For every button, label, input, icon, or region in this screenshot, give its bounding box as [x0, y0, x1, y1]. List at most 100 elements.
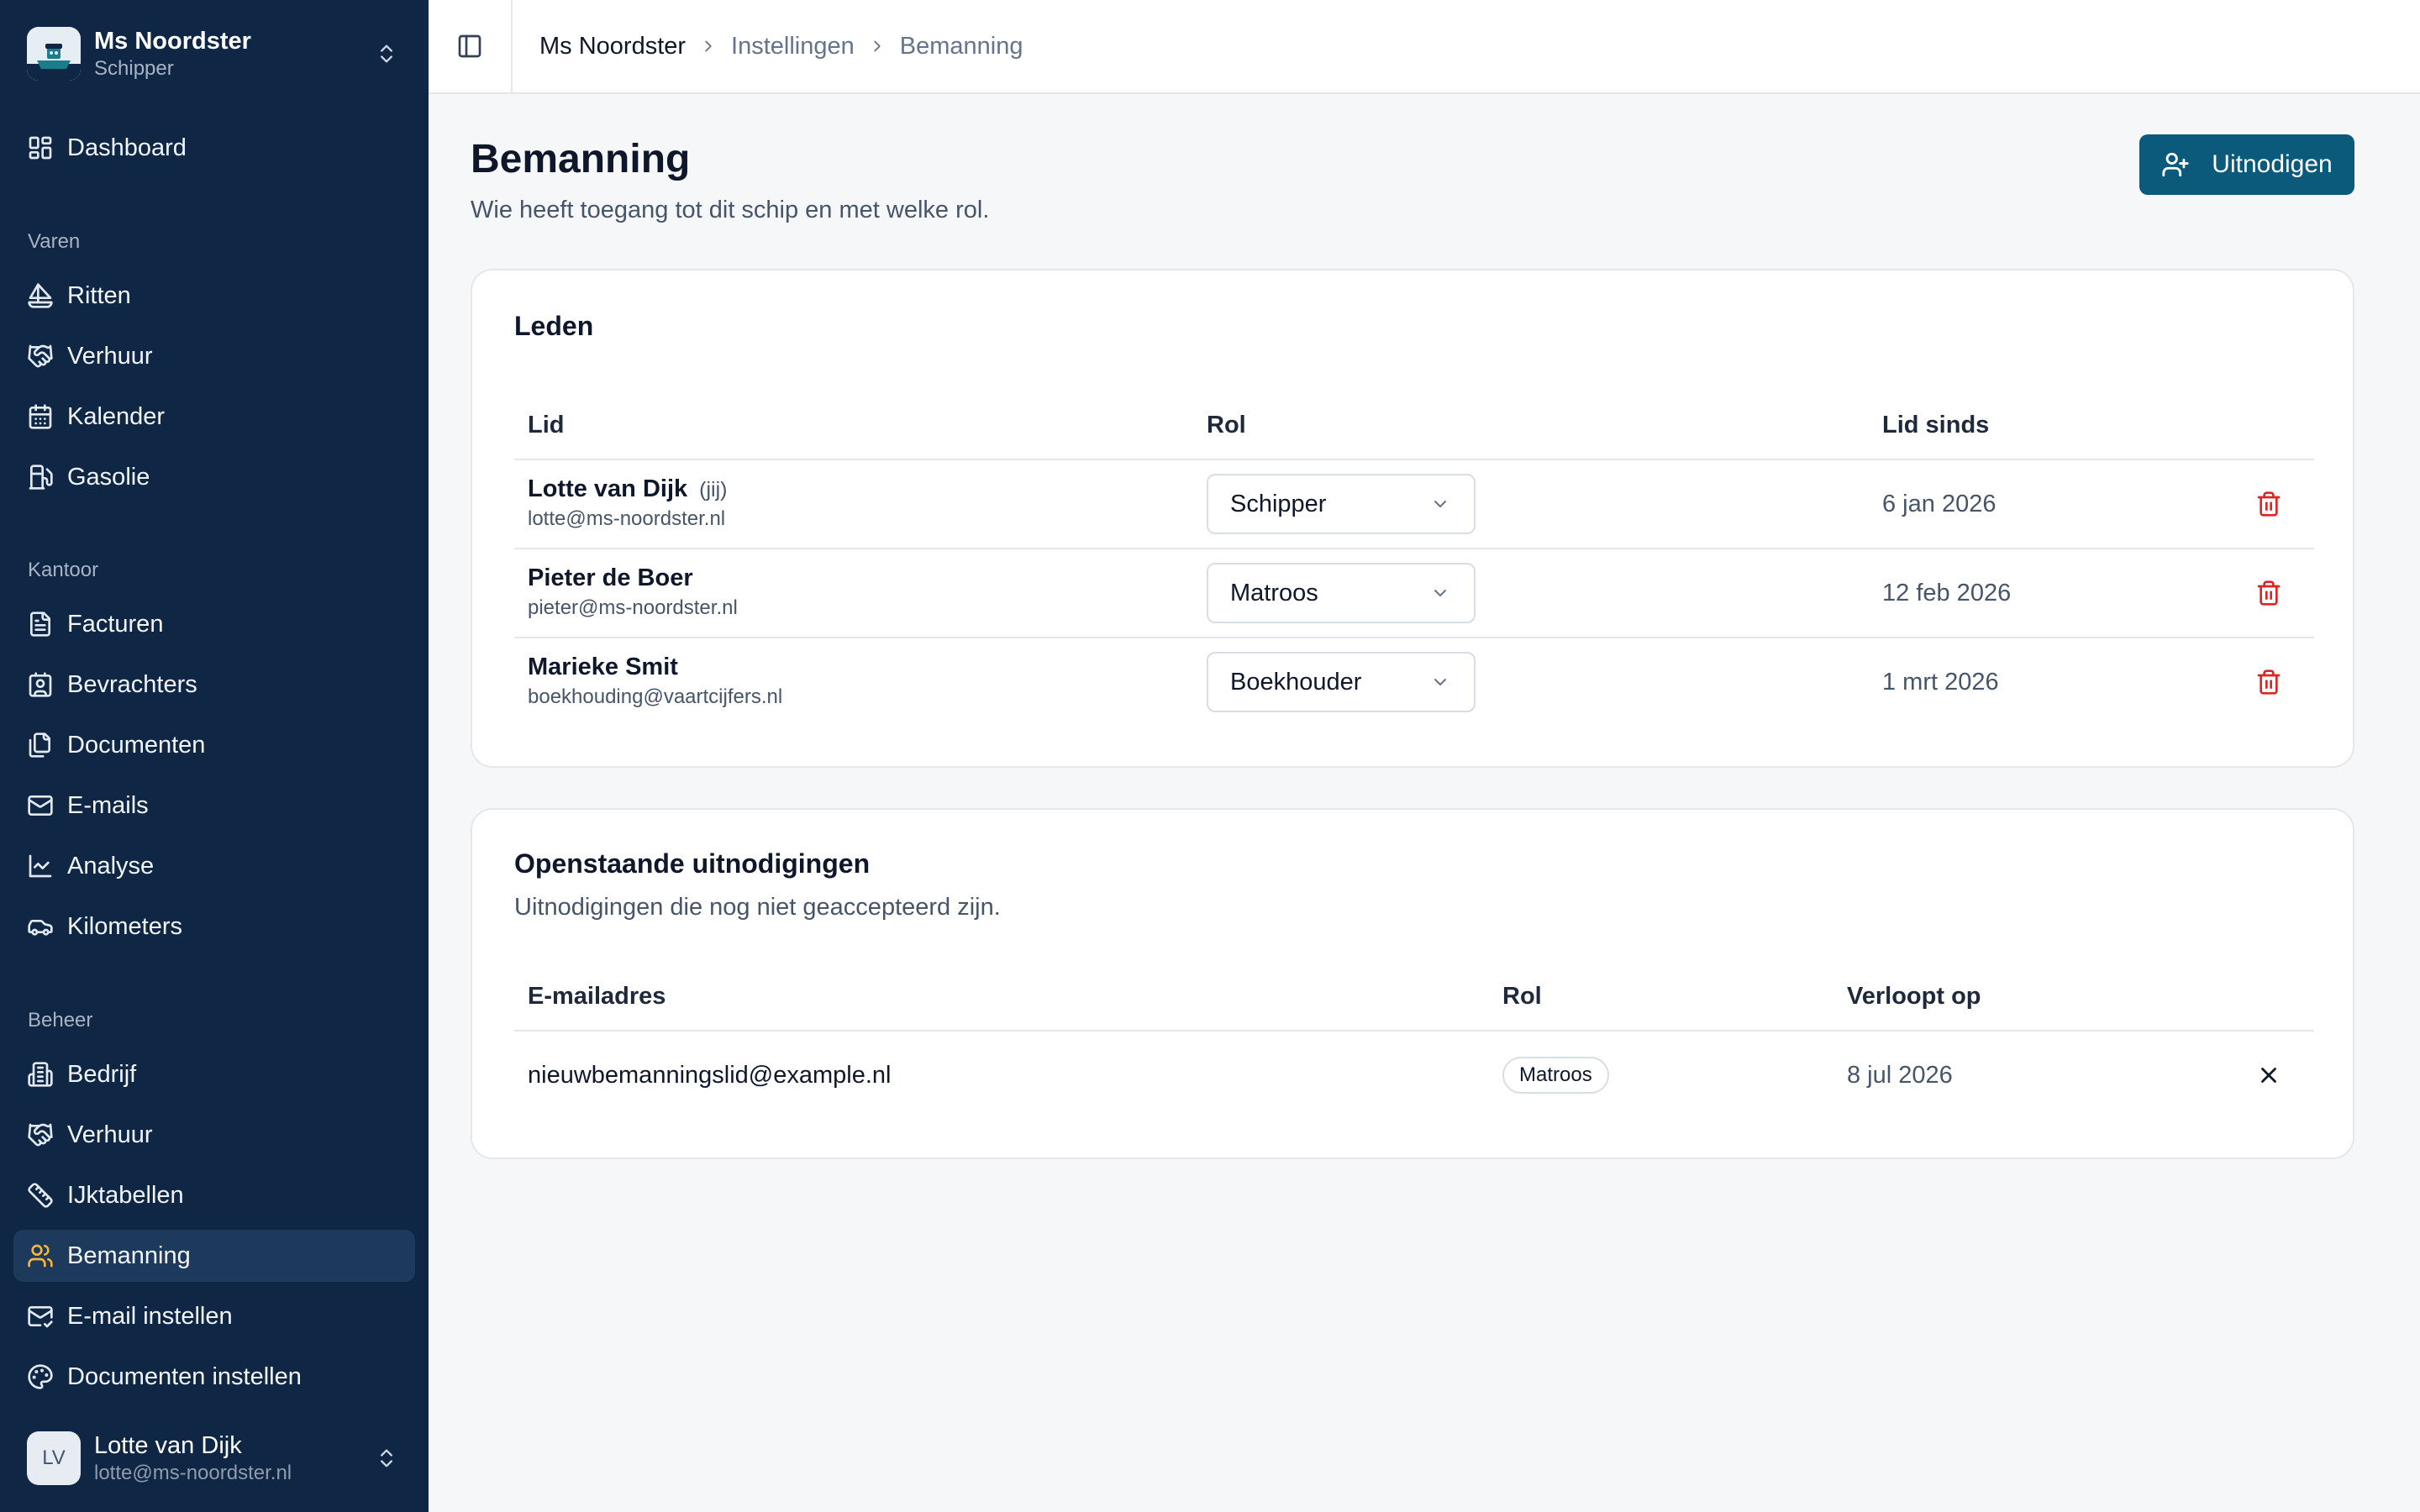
file-text-icon	[30, 612, 50, 637]
column-header-lid-sinds: Lid sinds	[1882, 412, 1990, 438]
page-title: Bemanning	[471, 137, 691, 181]
sidebar-item-label: Kilometers	[67, 912, 182, 940]
chevron-right-icon	[705, 40, 712, 52]
sidebar-item-label: Verhuur	[67, 1121, 153, 1148]
remove-member-button[interactable]	[2250, 575, 2287, 612]
sidebar-item-documenten[interactable]: Documenten	[13, 719, 415, 771]
sidebar-item-kilometers[interactable]: Kilometers	[13, 900, 415, 953]
sidebar-item-label: Documenten instellen	[67, 1362, 302, 1390]
chevron-down-icon	[1434, 501, 1446, 507]
sidebar-item-label: IJktabellen	[67, 1181, 184, 1209]
section-label-beheer: Beheer	[28, 1009, 93, 1032]
member-name: Lotte van Dijk (jij)	[528, 475, 728, 502]
handshake-icon	[28, 344, 53, 368]
members-card: Leden Lid Rol Lid sinds Lotte van Dijk (j…	[471, 269, 2354, 768]
user-switcher[interactable]: LV Lotte van Dijk lotte@ms-noordster.nl	[27, 1428, 407, 1488]
fuel-icon	[29, 465, 53, 490]
column-header-verloopt-op: Verloopt op	[1847, 983, 1981, 1010]
role-select-value: Boekhouder	[1230, 668, 1362, 696]
column-header-lid: Lid	[528, 412, 565, 438]
chevron-down-icon	[1434, 679, 1446, 685]
ruler-icon	[28, 1183, 53, 1208]
sidebar-item-e-mails[interactable]: E-mails	[13, 780, 415, 832]
sidebar: Ms Noordster Schipper Dashboard Varen Ri…	[0, 0, 429, 1512]
toggle-sidebar-button[interactable]	[429, 0, 513, 92]
sidebar-item-ijktabellen[interactable]: IJktabellen	[13, 1169, 415, 1221]
ship-switcher[interactable]: Ms Noordster Schipper	[27, 24, 407, 84]
sidebar-item-analyse[interactable]: Analyse	[13, 840, 415, 892]
sidebar-item-dashboard[interactable]: Dashboard	[13, 122, 415, 174]
column-header-rol: Rol	[1207, 412, 1246, 438]
sidebar-item-bemanning[interactable]: Bemanning	[13, 1230, 415, 1282]
sidebar-item-label: Facturen	[67, 610, 164, 638]
sailboat-icon	[28, 283, 53, 308]
chevrons-up-down-icon	[381, 1449, 392, 1467]
contact-icon	[29, 672, 52, 697]
car-icon	[28, 920, 53, 936]
remove-member-button[interactable]	[2250, 664, 2287, 701]
member-name: Marieke Smit	[528, 654, 678, 680]
close-icon	[2261, 1068, 2276, 1083]
sidebar-item-e-mail-instellen[interactable]: E-mail instellen	[13, 1290, 415, 1342]
sidebar-item-label: Bemanning	[67, 1242, 191, 1269]
handshake-icon	[28, 1123, 53, 1147]
invitations-card: Openstaande uitnodigingen Uitnodigingen …	[471, 808, 2354, 1159]
mail-icon	[28, 795, 53, 816]
sidebar-item-facturen[interactable]: Facturen	[13, 598, 415, 650]
topbar: Ms Noordster Instellingen Bemanning	[429, 0, 2420, 94]
sidebar-item-gasolie[interactable]: Gasolie	[13, 451, 415, 503]
sidebar-item-label: Kalender	[67, 402, 166, 430]
breadcrumb: Ms Noordster Instellingen Bemanning	[539, 0, 1023, 92]
breadcrumb-current: Bemanning	[899, 32, 1023, 60]
sidebar-item-documenten-instellen[interactable]: Documenten instellen	[13, 1351, 415, 1403]
sidebar-item-kalender[interactable]: Kalender	[13, 391, 415, 443]
building-icon	[28, 1062, 53, 1087]
section-label-varen: Varen	[28, 230, 81, 253]
sidebar-item-label: Dashboard	[67, 134, 187, 161]
sidebar-item-bevrachters[interactable]: Bevrachters	[13, 659, 415, 711]
sidebar-item-verhuur[interactable]: Verhuur	[13, 330, 415, 382]
chevrons-up-down-icon	[381, 45, 392, 63]
column-header-rol: Rol	[1502, 983, 1542, 1010]
role-select-value: Matroos	[1230, 579, 1318, 606]
sidebar-item-ritten[interactable]: Ritten	[13, 270, 415, 322]
avatar: LV	[27, 1431, 81, 1485]
sidebar-item-label: E-mails	[67, 791, 149, 819]
member-email: lotte@ms-noordster.nl	[528, 507, 726, 530]
files-icon	[29, 732, 50, 758]
header-divider	[514, 1030, 2314, 1032]
role-select[interactable]: Schipper	[1207, 474, 1476, 534]
sidebar-item-label: Documenten	[67, 731, 206, 759]
sidebar-item-label: Bedrijf	[67, 1060, 137, 1088]
user-name: Lotte van Dijk	[94, 1432, 242, 1459]
row-divider	[514, 548, 2314, 549]
dashboard-icon	[29, 136, 52, 160]
sidebar-item-verhuur-beheer[interactable]: Verhuur	[13, 1109, 415, 1161]
breadcrumb-ship[interactable]: Ms Noordster	[539, 33, 686, 60]
palette-icon	[28, 1364, 53, 1389]
chevron-right-icon	[874, 40, 881, 52]
trash-icon	[2257, 491, 2281, 517]
calendar-icon	[29, 404, 52, 429]
member-email: boekhouding@vaartcijfers.nl	[528, 685, 783, 708]
invitations-card-subtitle: Uitnodigingen die nog niet geaccepteerd …	[514, 894, 1001, 921]
breadcrumb-settings[interactable]: Instellingen	[731, 33, 855, 60]
role-select-value: Schipper	[1230, 490, 1327, 517]
revoke-invitation-button[interactable]	[2252, 1058, 2286, 1092]
remove-member-button[interactable]	[2250, 486, 2287, 522]
member-since: 1 mrt 2026	[1882, 669, 1999, 696]
sidebar-item-label: Gasolie	[67, 463, 150, 491]
you-tag: (jij)	[699, 478, 728, 501]
sidebar-item-bedrijf[interactable]: Bedrijf	[13, 1048, 415, 1100]
member-since: 6 jan 2026	[1882, 491, 1996, 517]
invitation-expires: 8 jul 2026	[1847, 1062, 1953, 1089]
sidebar-item-label: Analyse	[67, 852, 155, 879]
role-badge: Matroos	[1502, 1057, 1609, 1094]
trash-icon	[2257, 669, 2281, 695]
user-email: lotte@ms-noordster.nl	[94, 1462, 292, 1484]
invite-button[interactable]: Uitnodigen	[2139, 134, 2354, 195]
role-select[interactable]: Matroos	[1207, 563, 1476, 623]
role-select[interactable]: Boekhouder	[1207, 652, 1476, 712]
section-label-kantoor: Kantoor	[28, 559, 99, 581]
invitation-email: nieuwbemanningslid@example.nl	[528, 1062, 892, 1089]
